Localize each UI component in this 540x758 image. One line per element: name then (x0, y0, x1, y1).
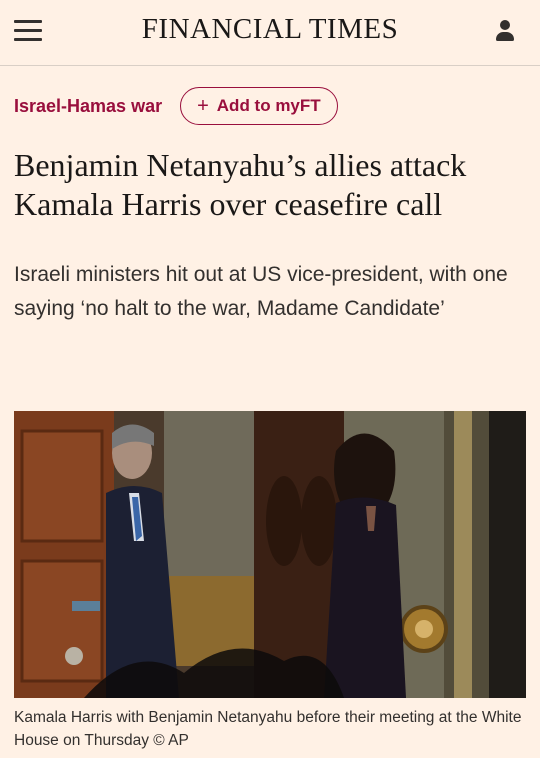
topic-row: Israel-Hamas war + Add to myFT (14, 86, 338, 126)
article-photo (14, 411, 526, 698)
top-navigation-bar: FINANCIAL TIMES (0, 0, 540, 66)
photo-illustration (14, 411, 526, 698)
brand-logo[interactable]: FINANCIAL TIMES (0, 13, 540, 46)
user-icon[interactable] (496, 20, 514, 42)
add-to-myft-button[interactable]: + Add to myFT (180, 87, 338, 125)
plus-icon: + (197, 95, 209, 117)
photo-caption: Kamala Harris with Benjamin Netanyahu be… (14, 709, 522, 749)
article-standfirst: Israeli ministers hit out at US vice-pre… (14, 263, 508, 320)
article-headline: Benjamin Netanyahu’s allies attack Kamal… (14, 147, 467, 222)
topic-link[interactable]: Israel-Hamas war (14, 96, 162, 117)
add-to-myft-label: Add to myFT (216, 96, 321, 115)
